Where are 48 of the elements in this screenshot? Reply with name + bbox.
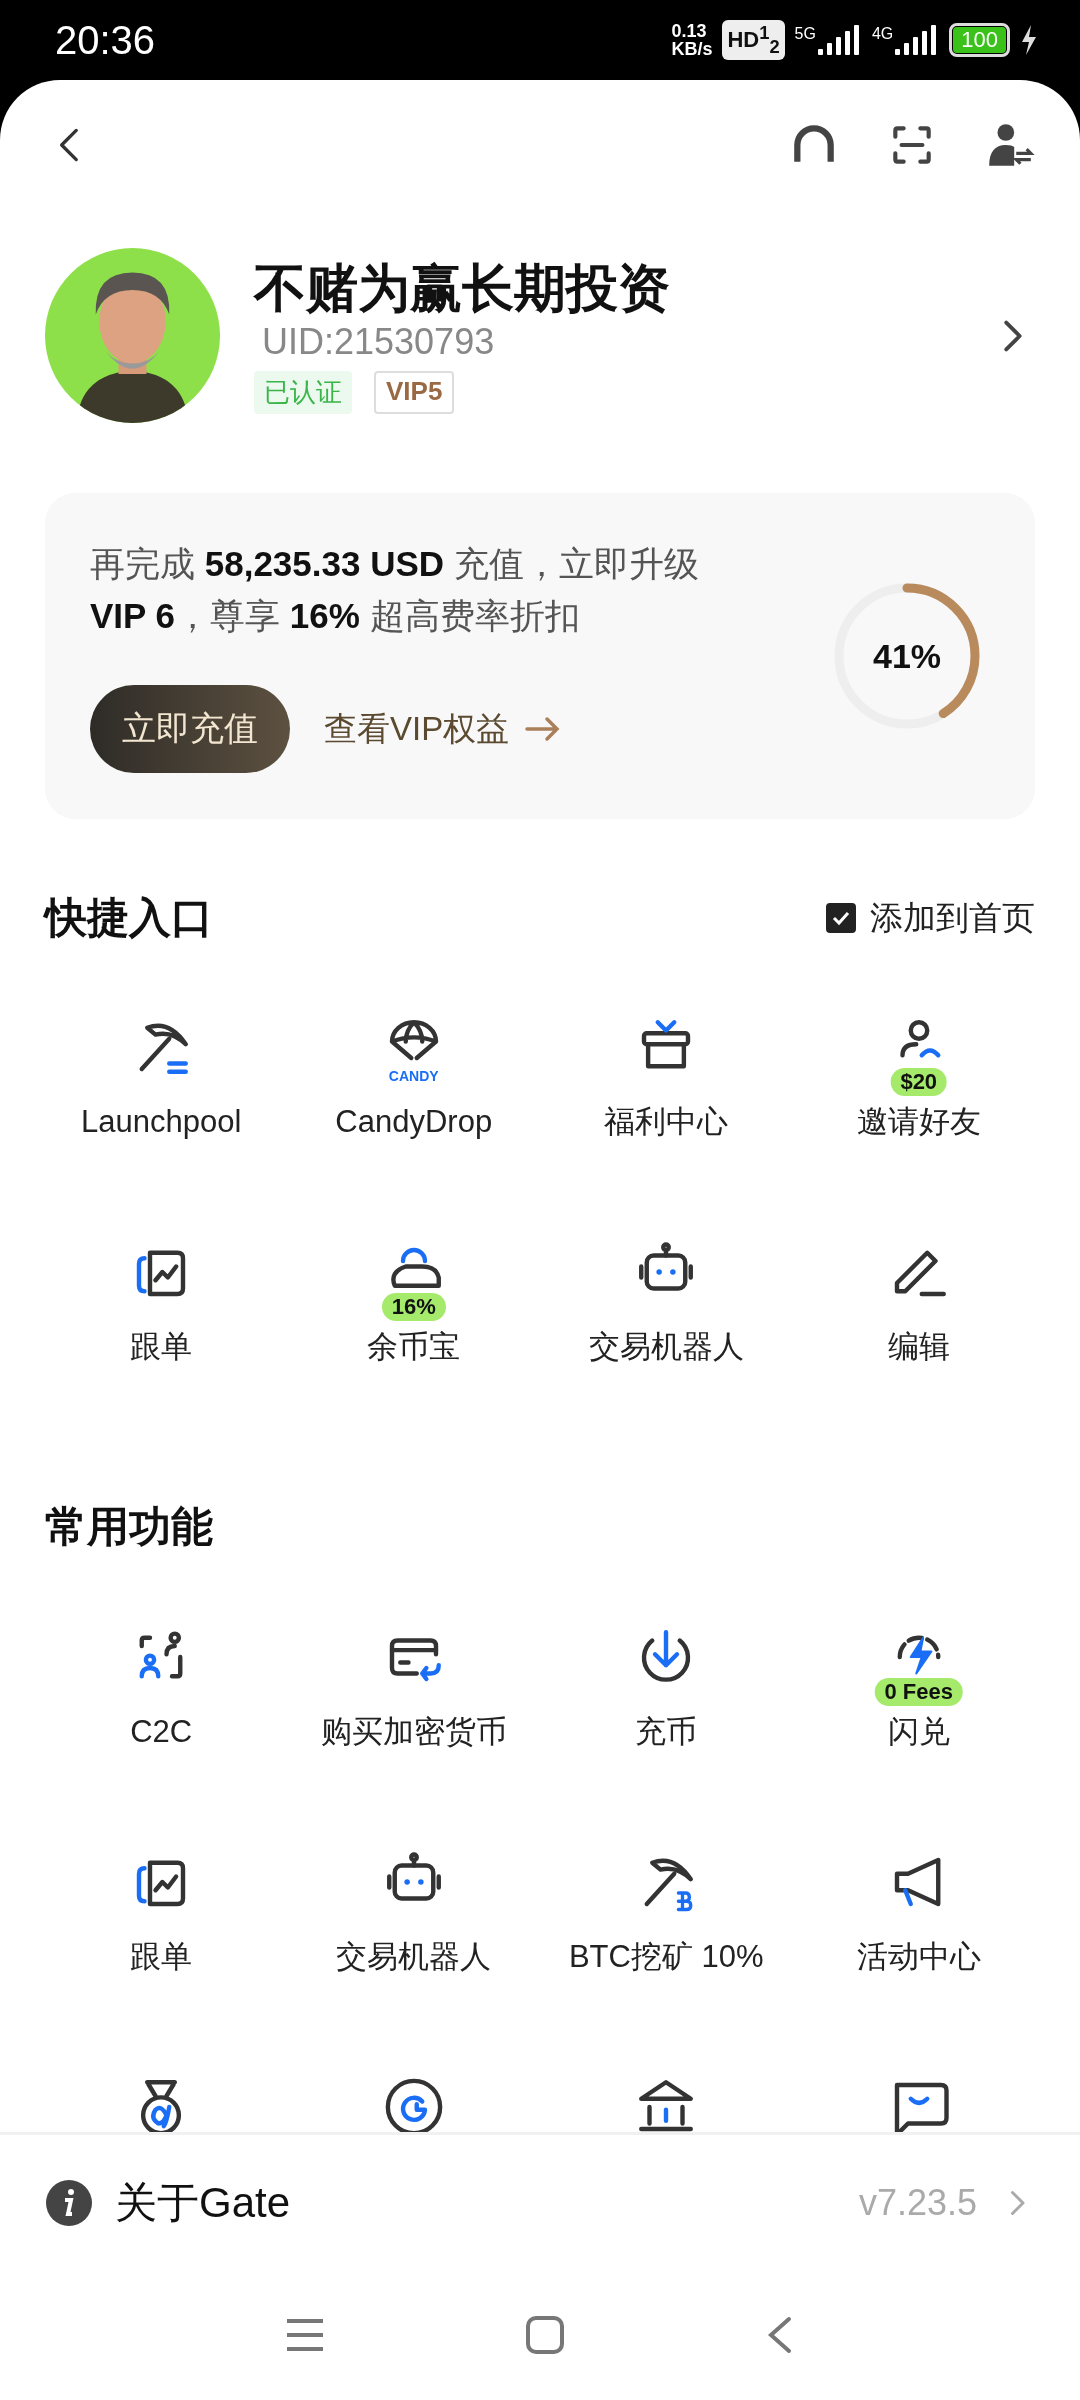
battery-level: 100 <box>953 27 1006 53</box>
shortcut-label[interactable]: 活动中心 <box>856 1937 981 1977</box>
checkbox-label: 添加到首页 <box>870 897 1035 938</box>
shortcut-label[interactable]: 跟单 <box>130 1327 193 1367</box>
arrow-right-icon <box>525 715 562 743</box>
network-type: 4G <box>871 25 894 43</box>
signal-icon <box>817 25 862 55</box>
menu-icon <box>285 2317 325 2353</box>
verified-badge: 已认证 <box>254 371 352 414</box>
top-up-button[interactable]: 立即充值 <box>90 685 290 773</box>
network-speed: 0.13 <box>671 22 708 40</box>
promo-badge: 16% <box>381 1293 446 1321</box>
shortcut-label[interactable]: 充币 <box>635 1712 698 1752</box>
vip-badge: VIP5 <box>374 371 455 414</box>
shortcut-label[interactable]: 余币宝 <box>367 1327 461 1367</box>
menu-button[interactable] <box>285 2317 325 2353</box>
user-id: UID:21530793 <box>262 320 496 364</box>
candy-label: CANDY <box>388 1068 439 1084</box>
user-name: 不赌为赢长期投资 <box>254 258 671 319</box>
shortcut-label[interactable]: 跟单 <box>130 1937 193 1977</box>
promo-badge: 0 Fees <box>874 1678 963 1706</box>
shortcut-label[interactable]: CandyDrop <box>335 1102 493 1142</box>
vip-benefits-link[interactable]: 查看VIP权益 <box>324 706 562 752</box>
section-title: 常用功能 <box>45 1502 213 1552</box>
vip-upgrade-message: 再完成 58,235.33 USD 充值，立即升级 VIP 6，尊享 16% 超高费率折扣 <box>90 543 700 637</box>
shortcut-label[interactable]: 购买加密货币 <box>320 1712 507 1752</box>
about-label[interactable]: 关于Gate <box>115 2174 837 2231</box>
shortcut-label[interactable]: 编辑 <box>887 1327 950 1367</box>
home-button[interactable] <box>525 2315 565 2355</box>
clock: 20:36 <box>55 17 156 63</box>
shortcut-label[interactable]: Launchpool <box>81 1102 242 1142</box>
network-type: 5G <box>794 25 816 43</box>
checkbox[interactable] <box>826 903 856 933</box>
square-icon <box>525 2315 565 2355</box>
info-icon <box>45 2178 93 2227</box>
version-text: v7.23.5 <box>858 2181 977 2224</box>
shortcut-label[interactable]: C2C <box>130 1712 193 1752</box>
promo-badge: $20 <box>890 1068 948 1096</box>
shortcut-label[interactable]: 闪兑 <box>887 1712 950 1752</box>
shortcut-label[interactable]: BTC挖矿 10% <box>568 1937 764 1977</box>
shortcut-label[interactable]: 邀请好友 <box>856 1102 981 1142</box>
progress-reading: 41% <box>871 636 943 675</box>
charging-icon <box>1020 25 1038 55</box>
shortcut-label[interactable]: 交易机器人 <box>336 1937 492 1977</box>
shortcut-label[interactable]: 福利中心 <box>604 1102 729 1142</box>
shortcut-label[interactable]: 交易机器人 <box>588 1327 744 1367</box>
network-unit: KB/s <box>671 40 713 58</box>
section-title: 快捷入口 <box>45 893 213 943</box>
